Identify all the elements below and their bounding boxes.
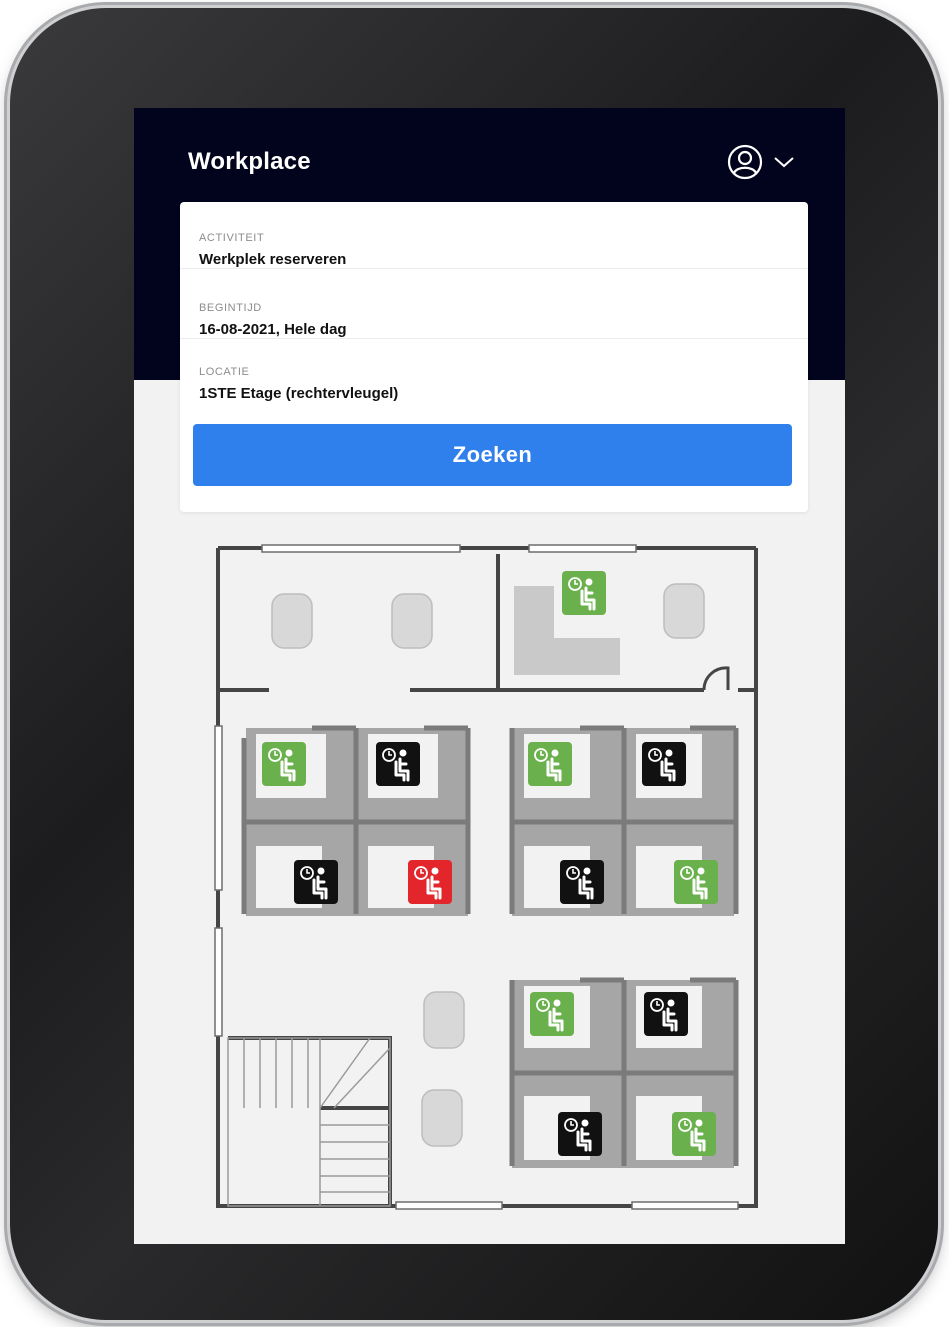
seat-b1-available[interactable] bbox=[528, 742, 572, 786]
user-circle-icon bbox=[727, 144, 763, 180]
location-field[interactable]: LOCATIE 1STE Etage (rechtervleugel) bbox=[180, 336, 808, 402]
activity-label: ACTIVITEIT bbox=[199, 232, 265, 244]
seat-c4-available[interactable] bbox=[672, 1112, 716, 1156]
seat-a3-occupied[interactable] bbox=[294, 860, 338, 904]
location-value: 1STE Etage (rechtervleugel) bbox=[199, 385, 399, 402]
door bbox=[702, 666, 730, 691]
partitions bbox=[241, 725, 739, 1166]
seat-a2-occupied[interactable] bbox=[376, 742, 420, 786]
search-card: ACTIVITEIT Werkplek reserveren BEGINTIJD… bbox=[180, 202, 808, 512]
windows bbox=[214, 544, 739, 1210]
staircase bbox=[227, 1037, 391, 1207]
cubicle-floor bbox=[246, 728, 734, 1168]
seat-c2-occupied[interactable] bbox=[644, 992, 688, 1036]
location-label: LOCATIE bbox=[199, 366, 250, 378]
chevron-down-icon bbox=[774, 157, 794, 168]
start-time-field[interactable]: BEGINTIJD 16-08-2021, Hele dag bbox=[180, 272, 808, 339]
seat-a4-selected[interactable] bbox=[408, 860, 452, 904]
seat-b2-occupied[interactable] bbox=[642, 742, 686, 786]
app-title: Workplace bbox=[188, 148, 311, 175]
seat-office-seat-available[interactable] bbox=[562, 571, 606, 615]
activity-value: Werkplek reserveren bbox=[199, 251, 347, 268]
cubicle-desks bbox=[256, 734, 702, 1160]
seat-b4-available[interactable] bbox=[674, 860, 718, 904]
start-time-label: BEGINTIJD bbox=[199, 302, 262, 314]
tablet-frame: Workplace ACTIVITEIT Werkplek reserveren… bbox=[10, 8, 938, 1320]
seat-a1-available[interactable] bbox=[262, 742, 306, 786]
user-menu-button[interactable] bbox=[727, 142, 799, 182]
seat-b3-occupied[interactable] bbox=[560, 860, 604, 904]
app-screen: Workplace ACTIVITEIT Werkplek reserveren… bbox=[134, 108, 845, 1244]
activity-field[interactable]: ACTIVITEIT Werkplek reserveren bbox=[180, 202, 808, 269]
seat-c3-occupied[interactable] bbox=[558, 1112, 602, 1156]
seat-layer bbox=[262, 571, 718, 1156]
seat-c1-available[interactable] bbox=[530, 992, 574, 1036]
search-button[interactable]: Zoeken bbox=[193, 424, 792, 486]
